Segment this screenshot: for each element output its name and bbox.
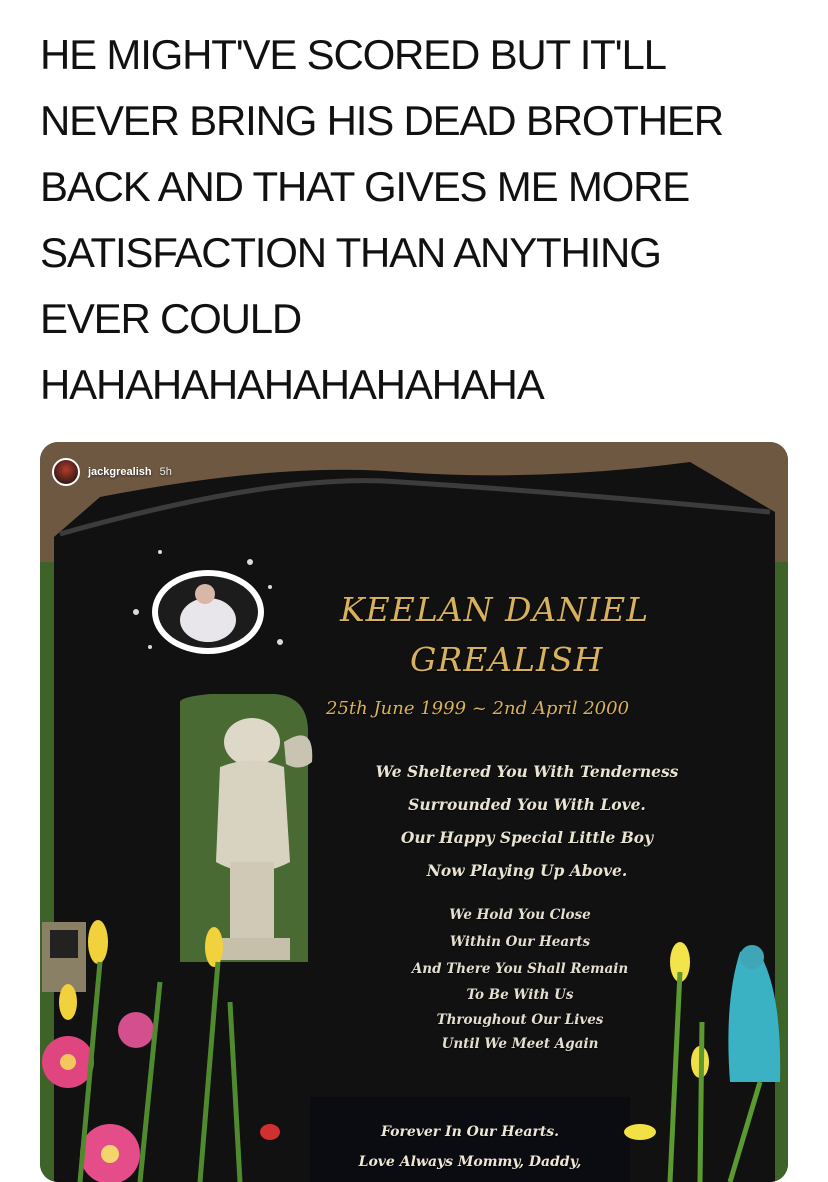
verse-line: Until We Meet Again — [441, 1036, 599, 1052]
caption-line: SATISFACTION THAN ANYTHING — [40, 229, 662, 276]
caption-line: HE MIGHT'VE SCORED BUT IT'LL — [40, 31, 667, 78]
engraved-dates: 25th June 1999 ~ 2nd April 2000 — [326, 698, 630, 719]
story-header: jackgrealish 5h — [52, 458, 172, 486]
verse-line: Within Our Hearts — [449, 934, 591, 950]
verse-line: Throughout Our Lives — [436, 1012, 604, 1028]
plaque-line: Forever In Our Hearts. — [380, 1124, 560, 1140]
caption-line: BACK AND THAT GIVES ME MORE — [40, 163, 690, 210]
verse-line: We Hold You Close — [449, 907, 591, 923]
verse-line: We Sheltered You With Tenderness — [375, 762, 679, 781]
engraved-name-line2: GREALISH — [410, 640, 604, 679]
caption-line: HAHAHAHAHAHAHAHAHA — [40, 361, 545, 408]
story-photo[interactable]: jackgrealish 5h KEELAN DANIEL GREALISH 2… — [40, 442, 788, 1182]
caption-line: EVER COULD — [40, 295, 302, 342]
story-username[interactable]: jackgrealish — [88, 466, 152, 478]
caption-line: NEVER BRING HIS DEAD BROTHER — [40, 97, 724, 144]
engraved-name-line1: KEELAN DANIEL — [340, 590, 650, 629]
avatar[interactable] — [52, 458, 80, 486]
verse-line: To Be With Us — [466, 987, 574, 1003]
plaque-line: Love Always Mommy, Daddy, — [358, 1154, 582, 1170]
verse-line: Our Happy Special Little Boy — [400, 828, 654, 847]
verse-line: And There You Shall Remain — [411, 961, 629, 977]
verse-line: Now Playing Up Above. — [426, 861, 628, 880]
tweet-caption: HE MIGHT'VE SCORED BUT IT'LL NEVER BRING… — [40, 22, 800, 418]
verse-line: Surrounded You With Love. — [408, 795, 646, 814]
story-timestamp: 5h — [159, 466, 172, 478]
